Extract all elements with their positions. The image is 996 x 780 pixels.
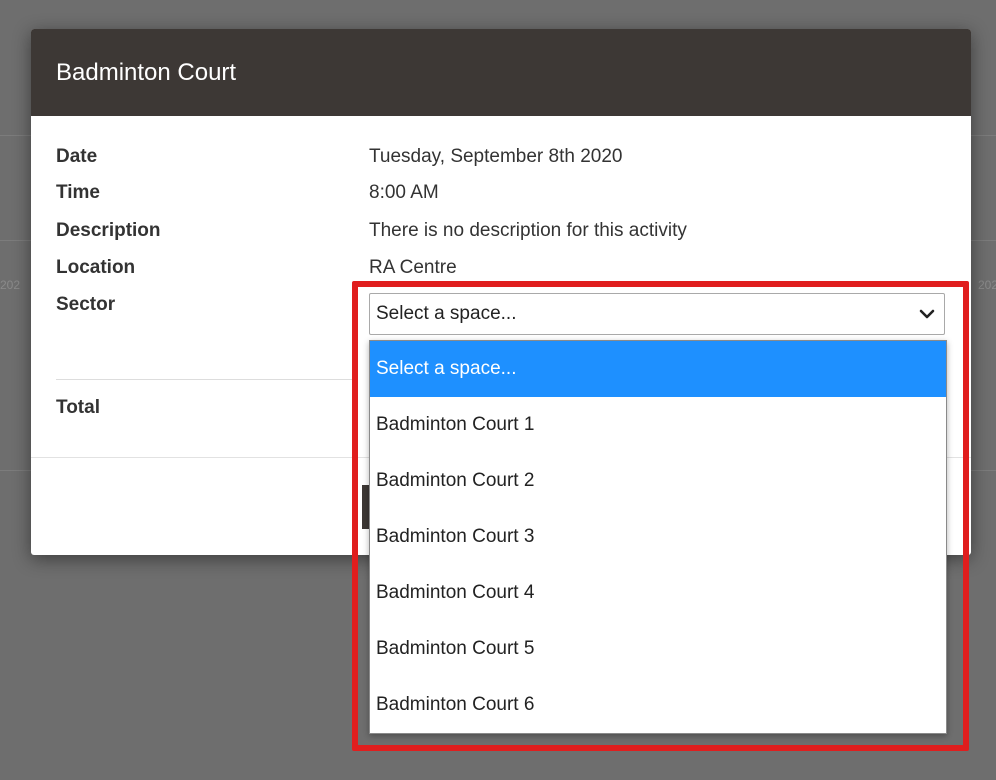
background-text-fragment: 202	[0, 278, 21, 292]
detail-label: Description	[56, 220, 161, 241]
detail-value: 8:00 AM	[369, 182, 439, 203]
sector-select[interactable]: Select a space...	[369, 293, 945, 335]
background-text-fragment: 202	[978, 278, 996, 292]
dropdown-option-court-2[interactable]: Badminton Court 2	[370, 453, 946, 509]
detail-value: There is no description for this activit…	[369, 220, 687, 241]
modal-title: Badminton Court	[56, 58, 237, 86]
dropdown-option-placeholder[interactable]: Select a space...	[370, 341, 946, 397]
detail-label: Date	[56, 146, 98, 167]
dropdown-option-court-4[interactable]: Badminton Court 4	[370, 565, 946, 621]
divider	[56, 379, 356, 380]
dropdown-option-court-1[interactable]: Badminton Court 1	[370, 397, 946, 453]
total-label: Total	[56, 397, 100, 418]
dropdown-option-court-3[interactable]: Badminton Court 3	[370, 509, 946, 565]
detail-value: RA Centre	[369, 257, 457, 278]
dropdown-option-court-5[interactable]: Badminton Court 5	[370, 621, 946, 677]
sector-label: Sector	[56, 294, 116, 315]
detail-label: Location	[56, 257, 136, 278]
detail-label: Time	[56, 182, 101, 203]
detail-value: Tuesday, September 8th 2020	[369, 146, 623, 167]
sector-dropdown-list: Select a space... Badminton Court 1 Badm…	[369, 340, 947, 734]
modal-header: Badminton Court	[31, 29, 971, 116]
select-value: Select a space...	[376, 303, 517, 324]
chevron-down-icon	[919, 309, 935, 319]
dropdown-option-court-6[interactable]: Badminton Court 6	[370, 677, 946, 733]
